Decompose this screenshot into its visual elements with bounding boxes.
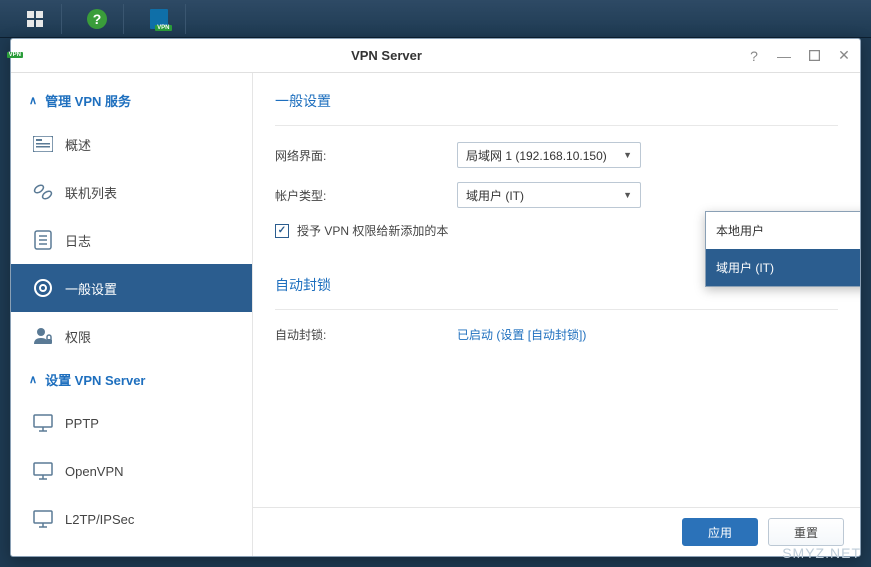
chevron-down-icon: ▼ [623,150,632,160]
minimize-button[interactable]: — [776,48,792,64]
help-button[interactable]: ? [70,4,124,34]
help-icon[interactable]: ? [746,48,762,64]
account-type-dropdown[interactable]: 域用户 (IT) ▼ [457,182,641,208]
overview-icon [33,134,53,154]
vpn-server-task[interactable]: VPN [132,4,186,34]
connections-icon [33,182,53,202]
nav-label: L2TP/IPSec [65,512,134,527]
content: 一般设置 网络界面: 局域网 1 (192.168.10.150) ▼ 帐户类型… [253,73,860,556]
chevron-up-icon: ∧ [29,94,37,107]
nav-label: OpenVPN [65,464,124,479]
monitor-icon [33,413,53,433]
nav-label: 一般设置 [65,279,117,298]
svg-text:?: ? [92,11,101,27]
vpn-server-window: VPN VPN Server ? — ✕ ∧ 管理 VPN 服务 概述 联机列表 [10,38,861,557]
dashboard-button[interactable] [8,4,62,34]
sidebar-item-general[interactable]: 一般设置 [11,264,252,312]
nav-label: 权限 [65,327,91,346]
dropdown-value: 域用户 (IT) [466,187,524,204]
divider [275,125,838,126]
footer: 应用 重置 [253,507,860,556]
autoblock-status: 已启动 [457,328,493,342]
chevron-down-icon: ▼ [623,190,632,200]
general-heading: 一般设置 [275,91,838,111]
sidebar-item-permissions[interactable]: 权限 [11,312,252,360]
nav-label: 联机列表 [65,183,117,202]
account-type-row: 帐户类型: 域用户 (IT) ▼ [275,182,838,208]
option-domain-users[interactable]: 域用户 (IT) [706,249,860,286]
apply-button[interactable]: 应用 [682,518,758,546]
maximize-button[interactable] [806,48,822,64]
sidebar-item-openvpn[interactable]: OpenVPN [11,447,252,495]
user-lock-icon [33,326,53,346]
close-button[interactable]: ✕ [836,48,852,64]
autoblock-row: 自动封锁: 已启动 (设置 [自动封锁]) [275,326,838,343]
logs-icon [33,230,53,250]
autoblock-label: 自动封锁: [275,326,457,343]
divider [275,309,838,310]
taskbar: ? VPN [0,0,871,38]
titlebar: VPN VPN Server ? — ✕ [11,39,860,73]
nav-label: 概述 [65,135,91,154]
nav-label: 日志 [65,231,91,250]
sidebar: ∧ 管理 VPN 服务 概述 联机列表 日志 一般设置 权限 [11,73,253,556]
sidebar-item-l2tp[interactable]: L2TP/IPSec [11,495,252,543]
grant-label: 授予 VPN 权限给新添加的本 [297,222,448,239]
checkbox-checked-icon[interactable]: ✓ [275,224,289,238]
monitor-icon [33,461,53,481]
account-type-label: 帐户类型: [275,187,457,204]
reset-button[interactable]: 重置 [768,518,844,546]
dropdown-value: 局域网 1 (192.168.10.150) [466,147,607,164]
gear-icon [33,278,53,298]
account-type-popup: 本地用户 域用户 (IT) [705,211,860,287]
interface-label: 网络界面: [275,147,457,164]
chevron-up-icon: ∧ [29,373,37,386]
option-local-users[interactable]: 本地用户 [706,212,860,249]
autoblock-settings-link[interactable]: 设置 [自动封锁] [500,328,582,342]
sidebar-item-connections[interactable]: 联机列表 [11,168,252,216]
section-setup-vpn[interactable]: ∧ 设置 VPN Server [11,360,252,399]
watermark: SMYZ.NET [782,545,861,561]
sidebar-item-logs[interactable]: 日志 [11,216,252,264]
section-manage-vpn[interactable]: ∧ 管理 VPN 服务 [11,81,252,120]
sidebar-item-overview[interactable]: 概述 [11,120,252,168]
nav-label: PPTP [65,416,99,431]
section-label: 设置 VPN Server [45,370,145,389]
interface-row: 网络界面: 局域网 1 (192.168.10.150) ▼ [275,142,838,168]
interface-dropdown[interactable]: 局域网 1 (192.168.10.150) ▼ [457,142,641,168]
window-title: VPN Server [27,48,746,63]
section-label: 管理 VPN 服务 [45,91,131,110]
sidebar-item-pptp[interactable]: PPTP [11,399,252,447]
monitor-icon [33,509,53,529]
